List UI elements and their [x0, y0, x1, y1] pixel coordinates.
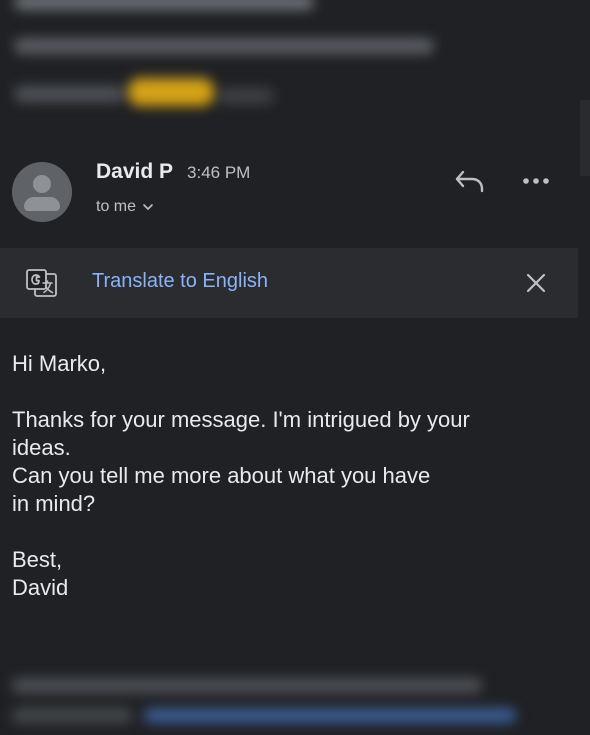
body-line: Can you tell me more about what you have: [12, 463, 431, 488]
avatar-head-shape: [33, 175, 51, 193]
body-line: ideas.: [12, 435, 71, 460]
translate-bar: Translate to English: [0, 248, 578, 318]
more-options-button[interactable]: [518, 166, 554, 196]
blurred-quoted-text: [0, 660, 590, 735]
recipient-details-toggle[interactable]: to me: [96, 198, 154, 216]
sender-avatar[interactable]: [12, 162, 72, 222]
reply-icon: [455, 170, 484, 193]
body-line: Thanks for your message. I'm intrigued b…: [12, 407, 470, 432]
chevron-down-icon: [142, 203, 154, 211]
email-body: Hi Marko, Thanks for your message. I'm i…: [12, 350, 552, 602]
sender-name[interactable]: David P: [96, 160, 173, 184]
blurred-previous-message: [0, 0, 590, 120]
greeting: Hi Marko,: [12, 351, 107, 376]
avatar-body-shape: [24, 197, 60, 211]
google-translate-icon: [24, 267, 60, 301]
recipient-label: to me: [96, 198, 137, 215]
signature: David: [12, 575, 69, 600]
signoff: Best,: [12, 547, 63, 572]
translate-close-button[interactable]: [522, 269, 550, 297]
reply-button[interactable]: [452, 164, 488, 198]
sender-row: David P 3:46 PM: [96, 160, 250, 184]
scrollbar[interactable]: [580, 100, 590, 176]
more-options-icon: [523, 178, 549, 184]
close-icon: [526, 273, 546, 293]
body-line: in mind?: [12, 491, 96, 516]
translate-to-english-link[interactable]: Translate to English: [92, 270, 268, 293]
message-time: 3:46 PM: [187, 163, 251, 182]
